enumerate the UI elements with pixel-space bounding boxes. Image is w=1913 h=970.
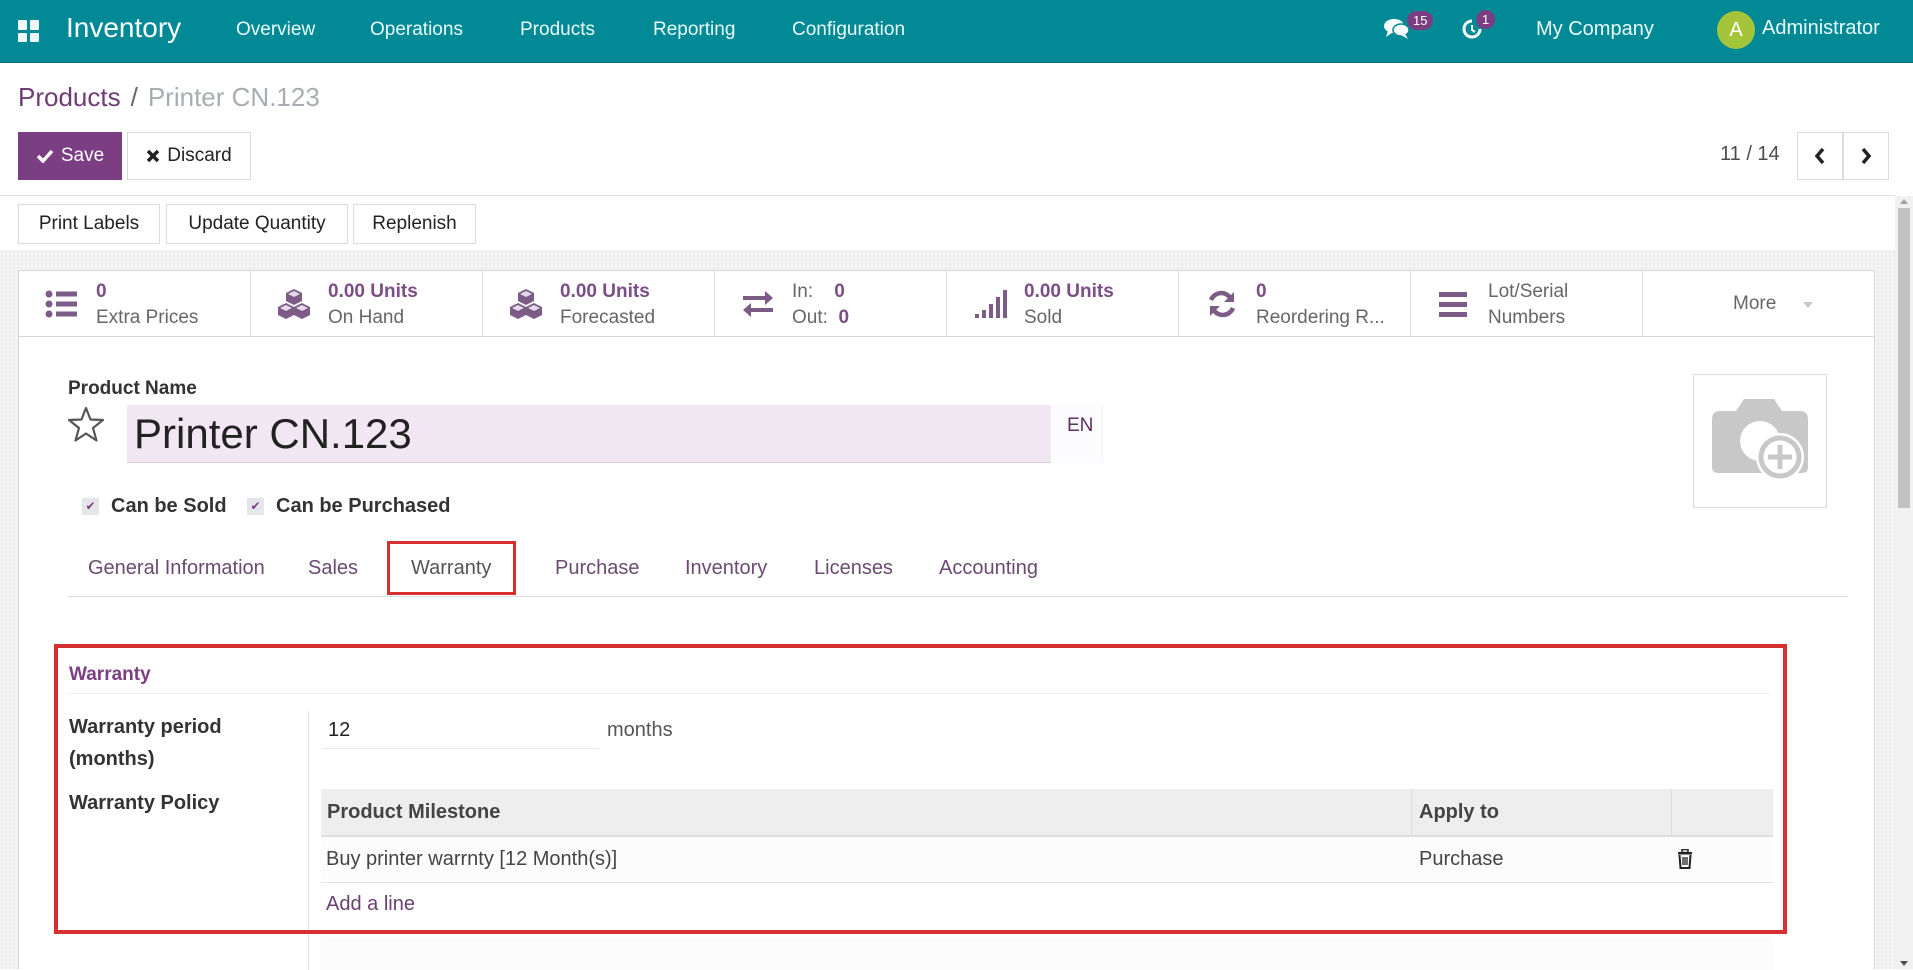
stat-label: Reordering R... [1256, 307, 1385, 328]
save-button[interactable]: Save [18, 132, 122, 180]
discard-button[interactable]: Discard [127, 132, 251, 180]
tab-accounting[interactable]: Accounting [939, 543, 1038, 595]
product-image-upload[interactable] [1693, 374, 1827, 508]
stat-value: 0 [96, 281, 107, 302]
menu-overview[interactable]: Overview [236, 19, 315, 41]
activities-badge: 1 [1476, 10, 1496, 29]
camera-plus-icon [1712, 399, 1808, 481]
product-name-input[interactable] [127, 405, 1051, 463]
messages-badge: 15 [1407, 11, 1434, 30]
breadcrumb-products[interactable]: Products [18, 82, 121, 112]
scroll-up-arrow-icon[interactable] [1900, 199, 1908, 204]
bars-icon [1439, 292, 1467, 317]
check-icon [36, 149, 54, 163]
menu-reporting[interactable]: Reporting [653, 19, 735, 41]
top-navbar: Inventory Overview Operations Products R… [0, 0, 1913, 63]
can-be-sold-label: Can be Sold [111, 495, 227, 517]
out-label: Out: [792, 307, 828, 328]
tab-general-information[interactable]: General Information [88, 543, 265, 595]
print-labels-button[interactable]: Print Labels [18, 204, 160, 244]
control-panel-divider [0, 195, 1895, 196]
breadcrumb: Products / Printer CN.123 [18, 82, 320, 113]
chevron-left-icon [1814, 147, 1825, 165]
stat-label: Extra Prices [96, 307, 199, 328]
can-be-purchased-checkbox[interactable]: ✔ Can be Purchased [247, 495, 451, 518]
save-label: Save [60, 145, 105, 166]
tab-licenses[interactable]: Licenses [814, 543, 893, 595]
company-switcher[interactable]: My Company [1536, 18, 1654, 41]
caret-down-icon [1803, 302, 1813, 308]
discard-label: Discard [167, 145, 232, 166]
stat-label: Forecasted [560, 307, 656, 328]
chevron-right-icon [1861, 147, 1872, 165]
warranty-tab-highlight [387, 541, 516, 595]
apps-menu-icon[interactable] [18, 20, 40, 42]
avatar[interactable]: A [1717, 11, 1755, 49]
stat-value: 0.00 Units [328, 281, 418, 302]
replenish-button[interactable]: Replenish [353, 204, 476, 244]
stat-value: 0 [1256, 281, 1267, 302]
more-dropdown[interactable]: More [1643, 271, 1875, 337]
in-label: In: [792, 281, 814, 302]
in-value: 0 [834, 281, 845, 302]
stat-in-out[interactable]: In: 0 Out: 0 [715, 271, 947, 337]
stat-in: In: 0 [792, 281, 845, 303]
scrollbar-thumb[interactable] [1898, 208, 1910, 508]
scroll-down-arrow-icon[interactable] [1900, 961, 1908, 966]
tab-inventory[interactable]: Inventory [685, 543, 767, 595]
stat-lot-serial-numbers[interactable]: Lot/Serial Numbers [1411, 271, 1643, 337]
signal-icon [975, 290, 1007, 318]
pager-previous-button[interactable] [1797, 132, 1843, 180]
more-label: More [1733, 293, 1777, 314]
stat-out: Out: 0 [792, 307, 849, 329]
stat-value: 0.00 Units [560, 281, 650, 302]
breadcrumb-current: Printer CN.123 [147, 82, 320, 112]
refresh-icon [1208, 290, 1236, 318]
user-menu[interactable]: Administrator [1762, 17, 1880, 40]
stat-forecasted[interactable]: 0.00 Units Forecasted [483, 271, 715, 337]
notebook-tabs: General Information Sales Warranty Purch… [68, 543, 1848, 597]
menu-products[interactable]: Products [520, 19, 595, 41]
product-name-label: Product Name [68, 378, 197, 399]
cubes-icon [510, 289, 542, 319]
stat-label: On Hand [328, 307, 405, 328]
stat-reordering-rules[interactable]: 0 Reordering R... [1179, 271, 1411, 337]
checkbox-checked-icon: ✔ [247, 498, 264, 515]
stat-label: Sold [1024, 307, 1063, 328]
stat-label-line1: Lot/Serial [1488, 281, 1569, 302]
menu-configuration[interactable]: Configuration [792, 19, 905, 41]
stat-value: 0.00 Units [1024, 281, 1114, 302]
can-be-sold-checkbox[interactable]: ✔ Can be Sold [82, 495, 227, 518]
stat-sold[interactable]: 0.00 Units Sold [947, 271, 1179, 337]
form-sheet: 0 Extra Prices 0.00 Units On Hand 0.00 U… [18, 270, 1875, 970]
stat-extra-prices[interactable]: 0 Extra Prices [19, 271, 251, 337]
breadcrumb-separator: / [130, 82, 138, 112]
list-icon [45, 290, 77, 318]
stat-label-line2: Numbers [1488, 307, 1566, 328]
menu-operations[interactable]: Operations [370, 19, 463, 41]
pager-next-button[interactable] [1843, 132, 1889, 180]
language-button[interactable]: EN [1053, 405, 1103, 463]
messages-button[interactable]: 15 [1383, 11, 1434, 46]
table-empty-area [321, 937, 1773, 970]
exchange-icon [743, 291, 773, 317]
tab-sales[interactable]: Sales [308, 543, 358, 595]
cubes-icon [278, 289, 310, 319]
pager-value[interactable]: 11 / 14 [1720, 143, 1780, 166]
can-be-purchased-label: Can be Purchased [276, 495, 451, 517]
app-name[interactable]: Inventory [66, 12, 181, 44]
checkbox-checked-icon: ✔ [82, 498, 99, 515]
update-quantity-button[interactable]: Update Quantity [166, 204, 348, 244]
close-icon [147, 149, 160, 163]
out-value: 0 [838, 307, 850, 328]
page-scrollbar[interactable] [1895, 196, 1913, 969]
smart-buttons: 0 Extra Prices 0.00 Units On Hand 0.00 U… [19, 271, 1874, 337]
warranty-section-highlight [54, 644, 1787, 934]
stat-on-hand[interactable]: 0.00 Units On Hand [251, 271, 483, 337]
star-icon[interactable] [66, 405, 106, 445]
activities-button[interactable]: 1 [1460, 10, 1496, 47]
tab-purchase[interactable]: Purchase [555, 543, 640, 595]
